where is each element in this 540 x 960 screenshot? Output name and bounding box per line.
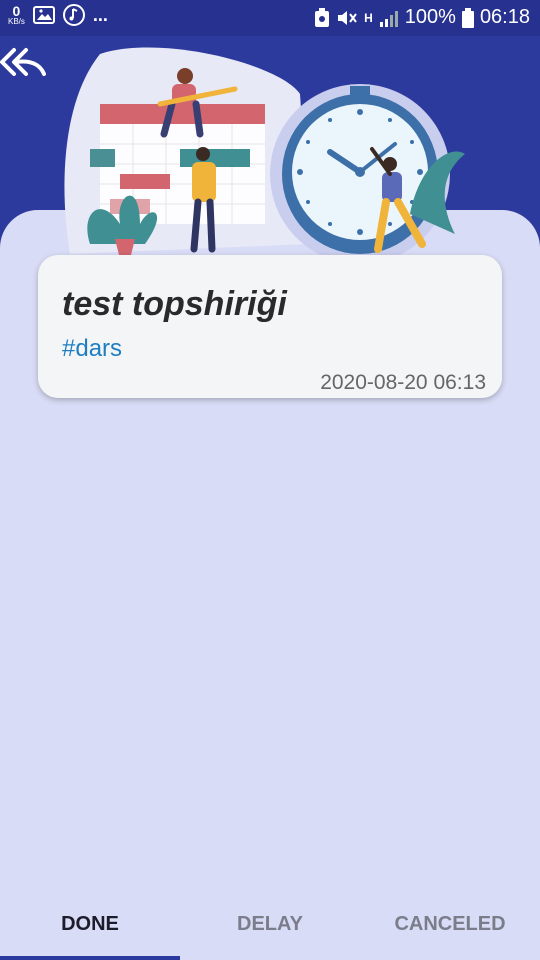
- network-type: H: [364, 10, 373, 25]
- bottom-tab-bar: DONE DELAY CANCELED: [0, 888, 540, 960]
- mute-icon: [338, 10, 357, 25]
- tab-delay[interactable]: DELAY: [180, 888, 360, 960]
- speed-unit: KB/s: [8, 17, 25, 26]
- tab-done[interactable]: DONE: [0, 888, 180, 960]
- task-datetime: 2020-08-20 06:13: [320, 371, 486, 394]
- status-bar: 0 KB/s ... H 100% 06:18: [0, 0, 540, 36]
- clock: 06:18: [479, 6, 530, 28]
- status-left: 0 KB/s ...: [8, 4, 108, 26]
- speed-value: 0: [12, 3, 21, 19]
- recycle-battery-icon: [315, 7, 330, 27]
- signal-icon: [379, 10, 398, 27]
- task-title: test topshiriği: [62, 285, 287, 323]
- battery-icon: [461, 7, 474, 28]
- music-icon: [62, 4, 85, 26]
- network-speed: 0 KB/s: [8, 4, 25, 26]
- double-back-arrow-icon: [0, 48, 46, 76]
- notification-overflow: ...: [92, 4, 108, 25]
- back-button[interactable]: [0, 44, 48, 80]
- status-right: H 100% 06:18: [314, 6, 530, 29]
- tab-canceled[interactable]: CANCELED: [360, 888, 540, 960]
- schedule-illustration: [64, 47, 465, 264]
- task-card[interactable]: test topshiriği #dars 2020-08-20 06:13: [38, 255, 502, 398]
- image-icon: [32, 6, 55, 24]
- task-tag: #dars: [62, 335, 123, 362]
- battery-percent: 100%: [404, 6, 456, 28]
